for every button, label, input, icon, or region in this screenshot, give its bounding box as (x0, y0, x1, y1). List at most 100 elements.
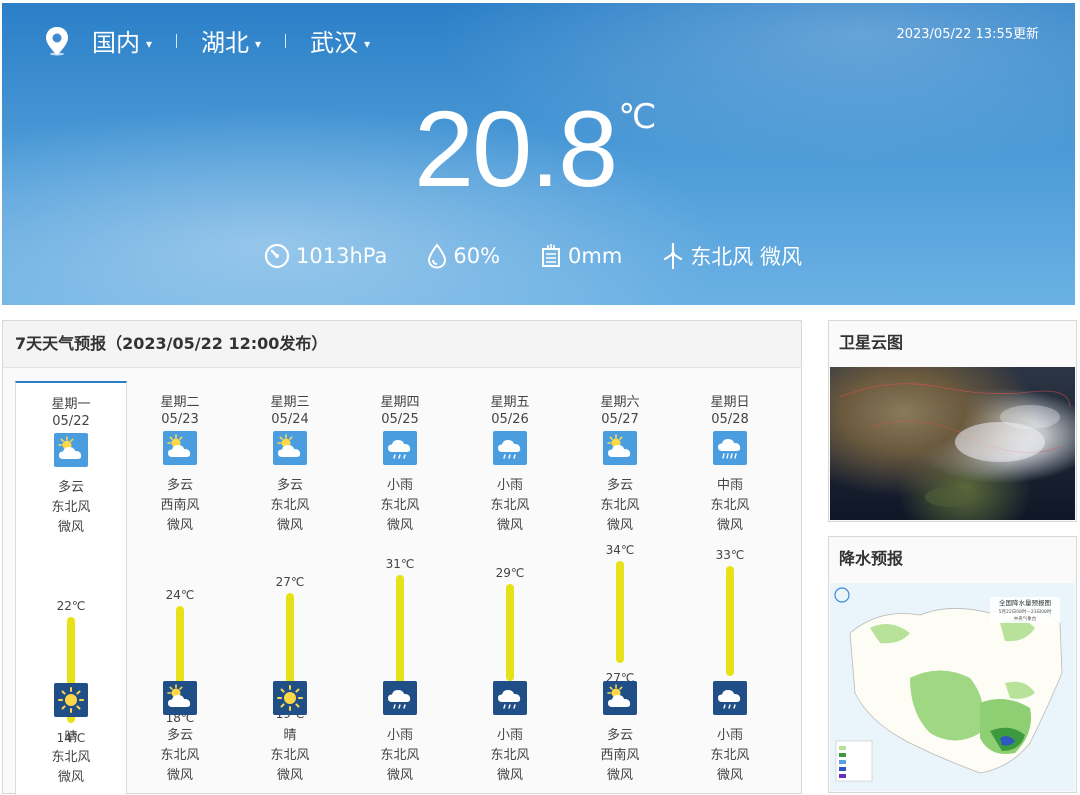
partly-cloudy-icon (273, 431, 307, 465)
night-wind-level: 微风 (386, 768, 413, 783)
night-wind-direction: 东北风 (160, 748, 200, 763)
day-weather-text: 多云 (166, 478, 193, 493)
rain-gauge-icon (542, 244, 561, 267)
temperature-range-bar (506, 583, 514, 681)
light-rain-icon (493, 431, 527, 465)
province-label: 湖北 (201, 29, 250, 57)
day-weekday: 星期三 (270, 395, 310, 410)
partly-cloudy-icon (163, 681, 197, 715)
night-wind-level: 微风 (166, 768, 193, 783)
city-dropdown[interactable]: 武汉 ▾ (310, 23, 370, 58)
day-wind-level: 微风 (386, 518, 413, 533)
day-date: 05/25 (381, 412, 419, 427)
day-date: 05/23 (161, 412, 199, 427)
night-weather-text: 小雨 (386, 728, 413, 743)
high-temperature: 22℃ (56, 599, 86, 613)
humidity-metric: 60% (427, 243, 500, 269)
day-wind-level: 微风 (57, 520, 84, 535)
day-wind-level: 微风 (716, 518, 743, 533)
night-weather-text: 小雨 (496, 728, 523, 743)
city-label: 武汉 (310, 29, 359, 57)
map-subtitle: 5月22日08时—23日08时 (999, 608, 1052, 615)
satellite-panel: 卫星云图 (828, 320, 1077, 522)
night-weather-text: 晴 (64, 730, 78, 745)
night-wind-direction: 东北风 (51, 750, 91, 765)
high-temperature: 29℃ (495, 565, 525, 580)
wind-turbine-icon (664, 242, 683, 269)
temperature-range-bar (616, 561, 624, 663)
night-wind-direction: 东北风 (490, 748, 530, 763)
update-time: 2023/05/22 13:55更新 (896, 27, 1039, 42)
night-wind-level: 微风 (276, 768, 303, 783)
high-temperature: 31℃ (385, 556, 415, 571)
night-wind-direction: 东北风 (270, 748, 310, 763)
day-date: 05/22 (52, 414, 90, 429)
forecast-day-4[interactable]: 星期四05/25小雨东北风微风31℃21℃小雨东北风微风 (345, 381, 455, 793)
day-wind-level: 微风 (496, 518, 523, 533)
forecast-day-1[interactable]: 星期一 05/22 多云 东北风 微风 22℃ 14℃ 晴东北风 微风 (15, 381, 127, 795)
location-pin-icon (46, 26, 68, 55)
day-wind-direction: 东北风 (51, 500, 91, 515)
forecast-day-7[interactable]: 星期日05/28中雨东北风微风33℃24℃小雨东北风微风 (675, 381, 785, 793)
satellite-cloud-image[interactable] (830, 367, 1075, 520)
forecast-day-6[interactable]: 星期六 05/27 多云 东北风 微风 34℃ 27℃ 多云 西南风 微风 (565, 381, 675, 793)
forecast-title: 7天天气预报（2023/05/22 12:00发布） (3, 321, 801, 368)
night-wind-level: 微风 (496, 768, 523, 783)
pressure-value: 1013hPa (296, 244, 388, 268)
country-dropdown[interactable]: 国内 ▾ (92, 23, 152, 58)
pressure-metric: 1013hPa (264, 243, 387, 269)
forecast-day-5[interactable]: 星期五05/26小雨东北风微风29℃23℃小雨东北风微风 (455, 381, 565, 793)
temperature-value: 20.8 (414, 88, 618, 209)
day-weekday: 星期六 (600, 395, 640, 410)
night-weather-text: 晴 (283, 728, 297, 743)
light-rain-icon (383, 681, 417, 715)
precipitation-map[interactable]: 全国降水量预报图 5月22日08时—23日08时 中央气象台 (830, 583, 1075, 791)
divider (176, 33, 178, 48)
day-weekday: 星期五 (490, 395, 530, 410)
night-wind-direction: 东北风 (380, 748, 420, 763)
high-temperature: 33℃ (715, 547, 745, 562)
wind-metric: 东北风 微风 (662, 241, 802, 271)
precipitation-map-drawing: 全国降水量预报图 5月22日08时—23日08时 中央气象台 (830, 583, 1075, 791)
high-temperature: 24℃ (165, 588, 195, 602)
rainfall-metric: 0mm (540, 244, 622, 268)
day-weather-text: 多云 (606, 478, 633, 493)
rainfall-value: 0mm (568, 244, 623, 268)
current-metrics: 1013hPa 60% 0mm 东北风 微风 (264, 241, 842, 271)
chevron-down-icon: ▾ (146, 36, 153, 51)
chevron-down-icon: ▾ (364, 36, 371, 51)
precipitation-title: 降水预报 (839, 549, 904, 568)
day-wind-direction: 东北风 (600, 498, 640, 513)
day-wind-direction: 东北风 (380, 498, 420, 513)
day-wind-level: 微风 (166, 518, 193, 533)
day-weekday: 星期四 (380, 395, 420, 410)
humidity-value: 60% (453, 244, 501, 268)
seven-day-forecast-panel: 7天天气预报（2023/05/22 12:00发布） 星期一 05/22 多云 东北风… (2, 320, 802, 795)
day-wind-direction: 东北风 (710, 498, 750, 513)
day-weather-text: 多云 (57, 480, 84, 495)
light-rain-icon (383, 431, 417, 465)
day-date: 05/27 (601, 412, 639, 427)
day-wind-level: 微风 (606, 518, 633, 533)
night-weather-text: 多云 (606, 728, 633, 743)
forecast-day-2[interactable]: 星期二 05/23 多云 西南风 微风 24℃ 18℃ 多云 东北风 微风 (125, 381, 235, 793)
sunny-icon (273, 681, 307, 715)
weather-hero: 国内 ▾ 湖北 ▾ 武汉 ▾ 2023/05/22 13:55更新 20.8 ℃… (2, 3, 1075, 305)
forecast-day-3[interactable]: 星期三05/24多云东北风微风27℃19℃晴东北风微风 (235, 381, 345, 793)
moderate-rain-icon (713, 431, 747, 465)
day-weekday: 星期日 (710, 395, 750, 410)
temperature-range-bar (396, 574, 404, 690)
province-dropdown[interactable]: 湖北 ▾ (201, 23, 261, 58)
night-wind-level: 微风 (716, 768, 743, 783)
location-selector: 国内 ▾ 湖北 ▾ 武汉 ▾ (44, 23, 370, 58)
temperature-range-bar (726, 565, 734, 676)
temperature-unit: ℃ (618, 97, 657, 137)
sunny-icon (54, 683, 88, 717)
satellite-overlay (839, 383, 1071, 507)
night-weather-text: 多云 (166, 728, 193, 743)
partly-cloudy-icon (163, 431, 197, 465)
day-date: 05/24 (271, 412, 309, 427)
day-wind-level: 微风 (276, 518, 303, 533)
current-temperature: 20.8 ℃ (414, 89, 656, 209)
day-weather-text: 小雨 (496, 478, 523, 493)
